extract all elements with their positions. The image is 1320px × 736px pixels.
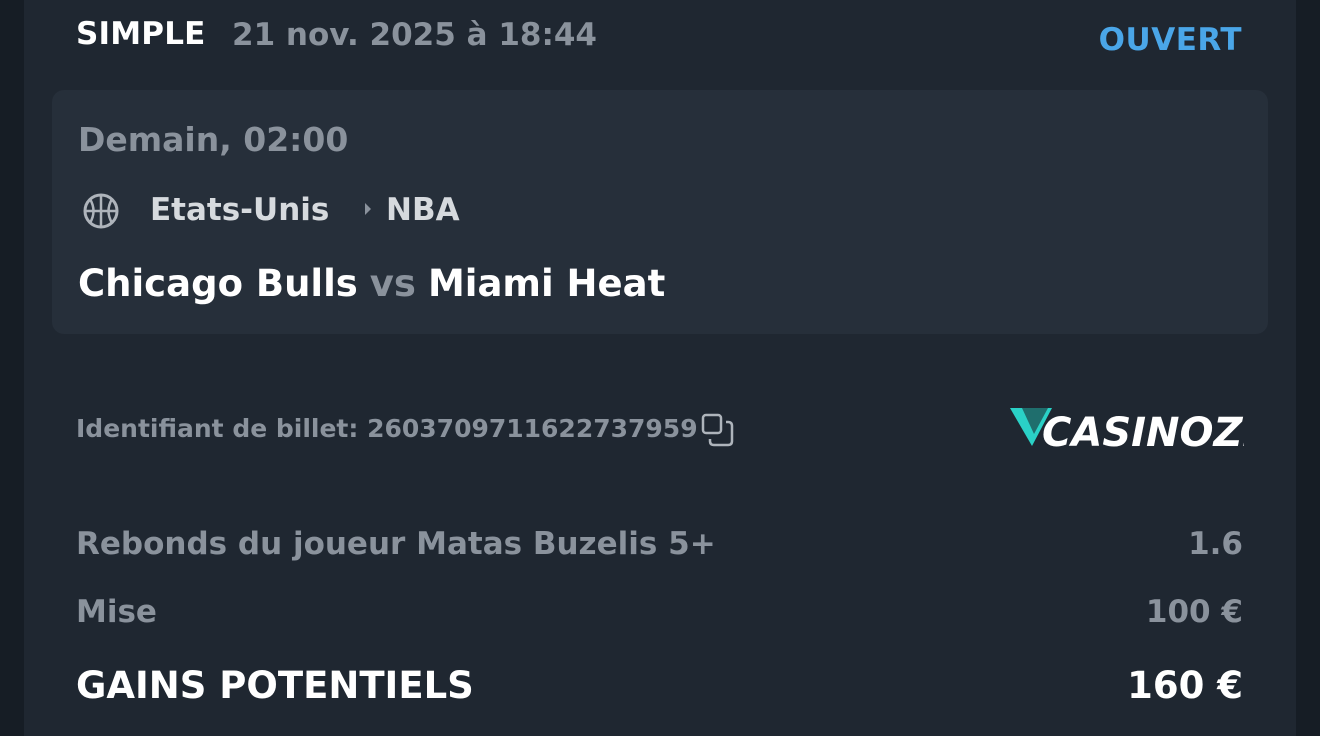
bet-date: 21 nov. 2025 à 18:44	[232, 17, 598, 53]
bet-type: SIMPLE	[76, 16, 206, 52]
bet-slip-screen: SIMPLE 21 nov. 2025 à 18:44 OUVERT Demai…	[0, 0, 1320, 736]
away-team: Miami Heat	[427, 262, 666, 305]
selection-label: Rebonds du joueur Matas Buzelis 5+	[76, 526, 716, 562]
casinozer-logo: CASINOZER	[1010, 408, 1244, 456]
breadcrumb-country[interactable]: Etats-Unis	[150, 192, 329, 228]
event-card[interactable]: Demain, 02:00 Etats-Unis NBA Chicago Bul…	[52, 90, 1268, 334]
stake-value: 100 €	[1145, 594, 1243, 630]
potential-win-label: GAINS POTENTIELS	[76, 664, 474, 707]
breadcrumb-chevron-icon	[365, 203, 371, 215]
vs-separator: vs	[369, 262, 416, 305]
selection-odds: 1.6	[1188, 526, 1243, 562]
potential-win-value: 160 €	[1127, 664, 1243, 707]
match-title: Chicago Bulls vs Miami Heat	[78, 262, 665, 305]
breadcrumb-league[interactable]: NBA	[386, 192, 460, 228]
svg-text:CASINOZER: CASINOZER	[1042, 410, 1244, 456]
home-team: Chicago Bulls	[78, 262, 358, 305]
basketball-icon	[83, 193, 119, 229]
copy-icon[interactable]	[700, 412, 736, 448]
ticket-id: Identifiant de billet: 26037097116227379…	[76, 414, 698, 443]
status-badge: OUVERT	[1098, 22, 1242, 58]
event-time: Demain, 02:00	[78, 120, 349, 159]
stake-label: Mise	[76, 594, 157, 630]
